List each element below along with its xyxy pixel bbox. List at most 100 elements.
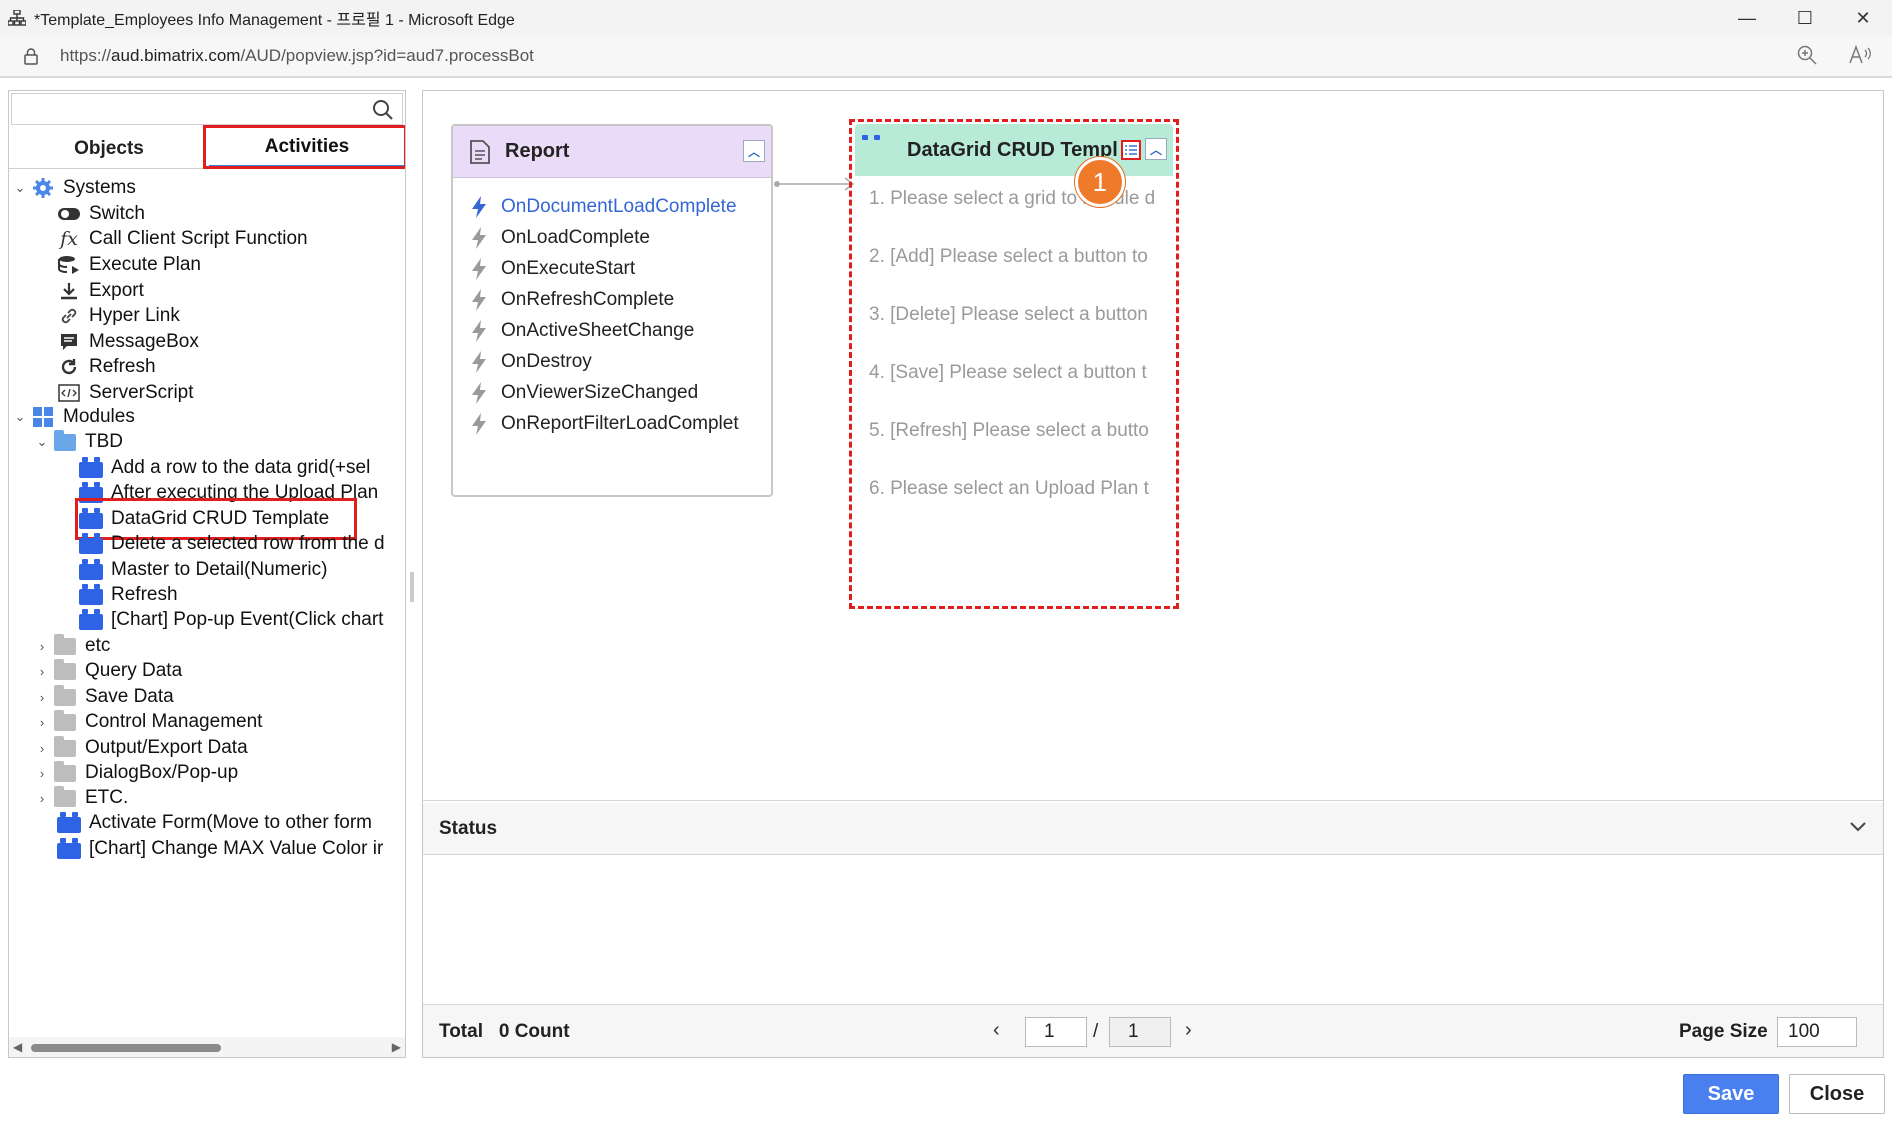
- address-bar: https://aud.bimatrix.com/AUD/popview.jsp…: [0, 36, 1892, 78]
- maximize-button[interactable]: ☐: [1776, 0, 1834, 36]
- folder-icon: [53, 633, 77, 657]
- template-step[interactable]: 1. Please select a grid to handle d: [869, 188, 1169, 210]
- zoom-icon[interactable]: [1796, 44, 1818, 66]
- url-text[interactable]: https://aud.bimatrix.com/AUD/popview.jsp…: [60, 46, 534, 66]
- datagrid-node-header[interactable]: DataGrid CRUD Templ ︿: [855, 124, 1173, 176]
- scroll-right-icon[interactable]: ▶: [392, 1040, 401, 1054]
- tree-label: [Chart] Pop-up Event(Click chart: [111, 609, 384, 630]
- refresh-icon: [57, 356, 81, 378]
- tree-node-tbd-item[interactable]: [Chart] Pop-up Event(Click chart: [79, 605, 383, 635]
- chevron-right-icon[interactable]: ›: [35, 791, 49, 806]
- report-node-header[interactable]: Report ︿: [453, 126, 771, 178]
- event-item[interactable]: OnViewerSizeChanged: [469, 378, 698, 408]
- search-input[interactable]: [11, 93, 403, 125]
- tree-label: Hyper Link: [89, 305, 180, 326]
- tree-label: Execute Plan: [89, 254, 201, 275]
- lego-block-icon: [79, 559, 103, 581]
- lightning-icon: [469, 413, 489, 435]
- modules-icon: [31, 406, 55, 428]
- horizontal-scrollbar[interactable]: ◀ ▶: [9, 1037, 405, 1057]
- event-item[interactable]: OnLoadComplete: [469, 223, 650, 253]
- lego-block-icon: [57, 812, 81, 834]
- template-step[interactable]: 4. [Save] Please select a button t: [869, 362, 1169, 384]
- link-icon: [57, 305, 81, 327]
- template-step[interactable]: 3. [Delete] Please select a button: [869, 304, 1169, 326]
- database-run-icon: [57, 254, 81, 276]
- download-icon: [57, 280, 81, 302]
- page-size-input[interactable]: 100: [1777, 1017, 1857, 1047]
- event-label: OnExecuteStart: [501, 258, 636, 279]
- tree-label: TBD: [85, 431, 123, 452]
- gear-icon: [31, 177, 55, 199]
- tab-objects[interactable]: Objects: [9, 129, 209, 169]
- close-window-button[interactable]: ✕: [1834, 0, 1892, 36]
- lightning-icon: [469, 289, 489, 311]
- sitemap-icon: [6, 7, 28, 29]
- chevron-right-icon[interactable]: ›: [35, 715, 49, 730]
- code-icon: [57, 382, 81, 404]
- event-label: OnLoadComplete: [501, 227, 650, 248]
- scrollbar-thumb[interactable]: [31, 1044, 221, 1052]
- chevron-right-icon[interactable]: ›: [35, 690, 49, 705]
- lego-block-icon: [79, 609, 103, 631]
- search-icon[interactable]: [372, 99, 394, 121]
- lego-block-icon: [79, 584, 103, 606]
- chevron-right-icon[interactable]: ›: [35, 741, 49, 756]
- report-node-title: Report: [505, 140, 570, 162]
- tree-label: ServerScript: [89, 382, 194, 403]
- event-item[interactable]: OnDestroy: [469, 347, 592, 377]
- lego-block-icon: [79, 533, 103, 555]
- template-step[interactable]: 6. Please select an Upload Plan t: [869, 478, 1169, 500]
- panel-splitter[interactable]: [410, 572, 414, 602]
- event-item[interactable]: OnReportFilterLoadComplet: [469, 409, 739, 439]
- page-total-field: 1: [1109, 1017, 1171, 1047]
- tree-label: Control Management: [85, 711, 263, 732]
- prev-page-icon[interactable]: ‹: [993, 1019, 1000, 1042]
- status-header[interactable]: Status: [423, 803, 1883, 855]
- event-item[interactable]: OnActiveSheetChange: [469, 316, 694, 346]
- tree-label: Delete a selected row from the d: [111, 533, 385, 554]
- close-button[interactable]: Close: [1789, 1074, 1885, 1114]
- chevron-right-icon[interactable]: ›: [35, 664, 49, 679]
- template-step[interactable]: 5. [Refresh] Please select a butto: [869, 420, 1169, 442]
- tree-label: DialogBox/Pop-up: [85, 762, 239, 783]
- lock-icon: [24, 48, 38, 65]
- tree-label: Switch: [89, 203, 145, 224]
- chevron-down-icon[interactable]: ⌄: [13, 409, 27, 425]
- report-node[interactable]: Report ︿ OnDocumentLoadComplete OnLoadCom…: [451, 124, 773, 497]
- chevron-right-icon[interactable]: ›: [35, 766, 49, 781]
- tree-label: Modules: [63, 406, 135, 427]
- step-badge: 1: [1075, 157, 1125, 207]
- event-item[interactable]: OnRefreshComplete: [469, 285, 674, 315]
- event-item[interactable]: OnDocumentLoadComplete: [469, 192, 737, 222]
- next-page-icon[interactable]: ›: [1185, 1019, 1192, 1042]
- minimize-button[interactable]: —: [1718, 0, 1776, 36]
- page-current-input[interactable]: 1: [1025, 1017, 1087, 1047]
- event-item[interactable]: OnExecuteStart: [469, 254, 635, 284]
- folder-icon: [53, 760, 77, 784]
- folder-icon: [53, 735, 77, 759]
- chevron-right-icon[interactable]: ›: [35, 639, 49, 654]
- collapse-button[interactable]: ︿: [743, 140, 765, 162]
- save-button[interactable]: Save: [1683, 1074, 1779, 1114]
- lightning-icon: [469, 227, 489, 249]
- read-aloud-icon[interactable]: [1848, 44, 1872, 66]
- lego-block-icon: [79, 457, 103, 479]
- flow-canvas[interactable]: Report ︿ OnDocumentLoadComplete OnLoadCom…: [423, 91, 1883, 801]
- datagrid-crud-node[interactable]: DataGrid CRUD Templ ︿ 1. Please select a…: [855, 124, 1173, 624]
- event-label: OnReportFilterLoadComplet: [501, 413, 739, 434]
- chevron-down-icon[interactable]: ⌄: [13, 180, 27, 196]
- tree-node-chart-change[interactable]: [Chart] Change MAX Value Color ir: [57, 834, 383, 864]
- template-step[interactable]: 2. [Add] Please select a button to: [869, 246, 1169, 268]
- scroll-left-icon[interactable]: ◀: [13, 1040, 22, 1054]
- chevron-down-icon[interactable]: [1849, 817, 1867, 838]
- total-count: Total 0 Count: [439, 1021, 570, 1042]
- collapse-button[interactable]: ︿: [1145, 138, 1167, 160]
- list-settings-icon[interactable]: [1121, 140, 1141, 160]
- function-icon: fx: [60, 228, 78, 250]
- tree-label: Query Data: [85, 660, 183, 681]
- chevron-down-icon[interactable]: ⌄: [35, 434, 49, 450]
- folder-icon: [53, 709, 77, 733]
- folder-icon: [53, 658, 77, 682]
- lightning-icon: [469, 382, 489, 404]
